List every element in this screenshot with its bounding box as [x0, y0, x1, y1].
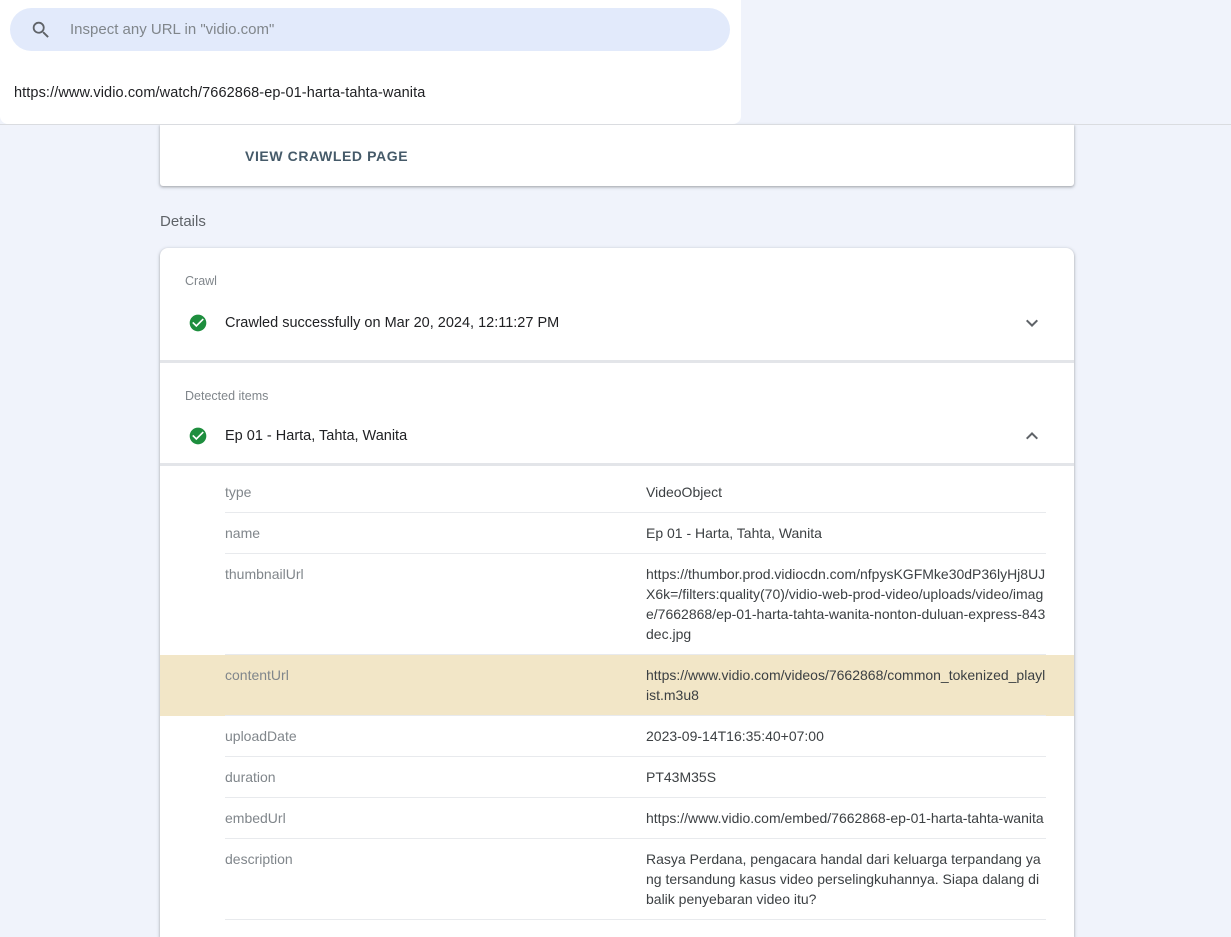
property-value: PT43M35S: [646, 767, 1046, 787]
success-check-icon: [188, 313, 208, 333]
property-key: name: [225, 523, 646, 543]
detected-items-label: Detected items: [185, 389, 1044, 404]
details-heading: Details: [160, 213, 206, 230]
crawl-section: Crawl Crawled successfully on Mar 20, 20…: [160, 248, 1074, 360]
property-key: thumbnailUrl: [225, 564, 646, 644]
inspected-url: https://www.vidio.com/watch/7662868-ep-0…: [14, 85, 425, 101]
details-card: Crawl Crawled successfully on Mar 20, 20…: [160, 248, 1074, 937]
property-key: type: [225, 482, 646, 502]
property-key: duration: [225, 767, 646, 787]
chevron-up-icon[interactable]: [1020, 424, 1044, 448]
table-row: embedUrl https://www.vidio.com/embed/766…: [160, 798, 1074, 839]
view-crawled-page-button[interactable]: VIEW CRAWLED PAGE: [245, 148, 408, 164]
crawl-status-text: Crawled successfully on Mar 20, 2024, 12…: [225, 313, 559, 333]
table-row: uploadDate 2023-09-14T16:35:40+07:00: [160, 716, 1074, 757]
search-input[interactable]: [70, 21, 712, 38]
table-row: duration PT43M35S: [160, 757, 1074, 798]
property-value: https://www.vidio.com/videos/7662868/com…: [646, 665, 1046, 705]
table-row: thumbnailUrl https://thumbor.prod.vidioc…: [160, 554, 1074, 655]
property-key: contentUrl: [225, 665, 646, 705]
detected-item-row[interactable]: Ep 01 - Harta, Tahta, Wanita: [185, 424, 1044, 448]
property-value: https://thumbor.prod.vidiocdn.com/nfpysK…: [646, 564, 1046, 644]
property-value: Ep 01 - Harta, Tahta, Wanita: [646, 523, 1046, 543]
table-row-highlighted: contentUrl https://www.vidio.com/videos/…: [160, 655, 1074, 716]
table-row: description Rasya Perdana, pengacara han…: [160, 839, 1074, 920]
structured-data-properties-table: type VideoObject name Ep 01 - Harta, Tah…: [160, 466, 1074, 920]
detected-item-title: Ep 01 - Harta, Tahta, Wanita: [225, 426, 407, 446]
crawl-section-label: Crawl: [185, 274, 1044, 289]
header-divider: [0, 124, 1231, 125]
property-key: embedUrl: [225, 808, 646, 828]
crawled-page-card: VIEW CRAWLED PAGE: [160, 125, 1074, 186]
property-value: 2023-09-14T16:35:40+07:00: [646, 726, 1046, 746]
url-inspection-header: https://www.vidio.com/watch/7662868-ep-0…: [0, 0, 741, 124]
crawl-status-row[interactable]: Crawled successfully on Mar 20, 2024, 12…: [185, 311, 1044, 335]
table-row: type VideoObject: [160, 472, 1074, 513]
property-key: uploadDate: [225, 726, 646, 746]
property-value: https://www.vidio.com/embed/7662868-ep-0…: [646, 808, 1046, 828]
detected-items-section: Detected items Ep 01 - Harta, Tahta, Wan…: [160, 363, 1074, 463]
search-icon: [30, 19, 52, 41]
property-value: Rasya Perdana, pengacara handal dari kel…: [646, 849, 1046, 909]
chevron-down-icon[interactable]: [1020, 311, 1044, 335]
property-key: description: [225, 849, 646, 909]
success-check-icon: [188, 426, 208, 446]
url-inspection-search-bar[interactable]: [10, 8, 730, 51]
table-row: name Ep 01 - Harta, Tahta, Wanita: [160, 513, 1074, 554]
property-value: VideoObject: [646, 482, 1046, 502]
